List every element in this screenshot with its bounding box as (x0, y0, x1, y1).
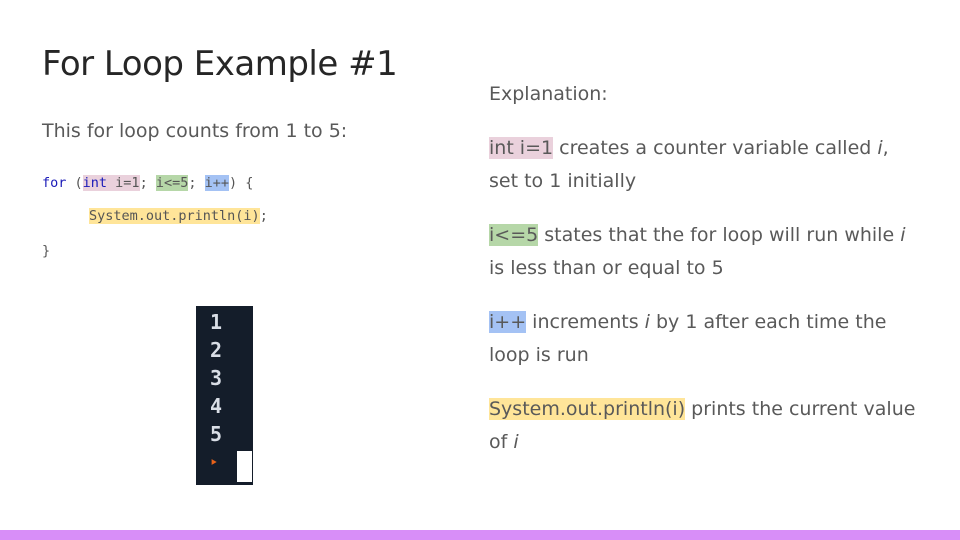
code-init: int i=1 (82, 175, 140, 191)
explanation-item: i++ increments i by 1 after each time th… (489, 306, 919, 372)
code-keyword-for: for (42, 175, 67, 191)
explanation-heading: Explanation: (489, 83, 608, 105)
terminal-output: 1 2 3 4 5 ‣ (196, 306, 253, 485)
explanation-highlight: i++ (489, 311, 527, 333)
slide-subtitle: This for loop counts from 1 to 5: (42, 120, 348, 142)
code-init-rest: i=1 (107, 175, 140, 191)
explanation-panel: Explanation: int i=1 creates a counter v… (489, 78, 919, 480)
slide-title: For Loop Example #1 (42, 44, 398, 84)
explanation-var: i (900, 224, 906, 246)
code-sep-2: ; (188, 175, 205, 191)
explanation-highlight: i<=5 (489, 224, 539, 246)
terminal-prompt-icon: ‣ (210, 456, 218, 471)
terminal-line: 1 (210, 310, 223, 334)
explanation-highlight: System.out.println(i) (489, 398, 686, 420)
code-line-2: System.out.println(i); (89, 208, 268, 224)
code-condition: i<=5 (155, 175, 189, 191)
explanation-text: is less than or equal to 5 (489, 257, 724, 279)
code-open-paren: ( (66, 175, 83, 191)
explanation-item: i<=5 states that the for loop will run w… (489, 219, 919, 285)
code-line-3: } (42, 243, 51, 259)
code-println: System.out.println(i) (89, 208, 260, 224)
code-close: ) { (229, 175, 254, 191)
terminal-line: 4 (210, 394, 223, 418)
code-line-1: for (int i=1; i<=5; i++) { (42, 175, 253, 191)
explanation-item: int i=1 creates a counter variable calle… (489, 132, 919, 198)
terminal-line: 5 (210, 422, 223, 446)
code-keyword-int: int (82, 175, 108, 191)
code-increment: i++ (204, 175, 229, 191)
terminal-cursor (237, 451, 252, 482)
explanation-highlight: int i=1 (489, 137, 554, 159)
explanation-text: increments (526, 311, 645, 333)
explanation-text: states that the for loop will run while (538, 224, 901, 246)
code-sep-1: ; (139, 175, 156, 191)
explanation-var: i (513, 431, 519, 453)
bottom-accent-bar (0, 530, 960, 540)
terminal-line: 2 (210, 338, 223, 362)
code-semicolon: ; (259, 208, 268, 224)
terminal-line: 3 (210, 366, 223, 390)
explanation-item: System.out.println(i) prints the current… (489, 393, 919, 459)
explanation-text: creates a counter variable called (553, 137, 878, 159)
